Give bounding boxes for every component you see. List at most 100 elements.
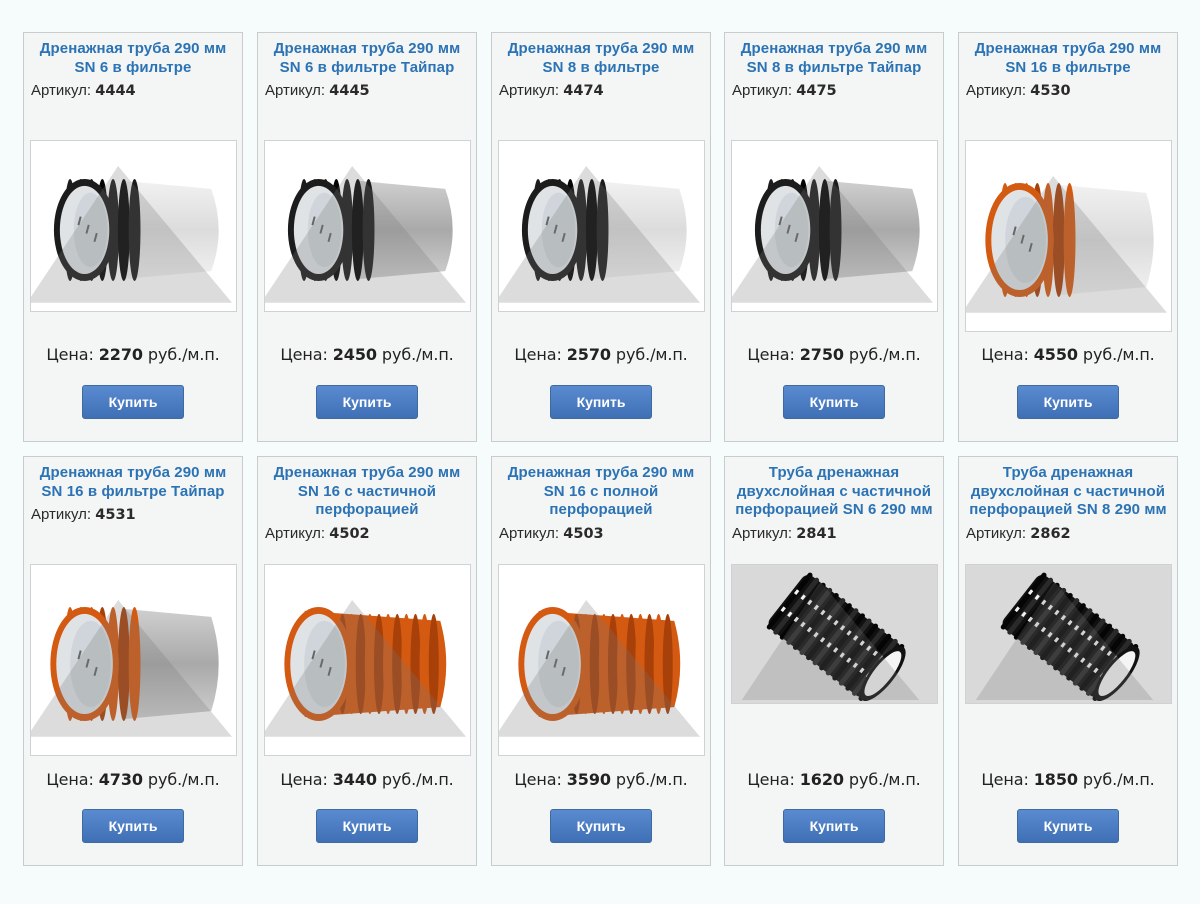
price-value: 2570 <box>566 345 611 364</box>
product-price: Цена: 1850 руб./м.п. <box>959 770 1177 789</box>
price-label: Цена: <box>981 770 1029 789</box>
price-value: 4550 <box>1033 345 1078 364</box>
buy-button[interactable]: Купить <box>82 809 184 843</box>
product-card: Труба дренажная двухслойная с частичной … <box>724 456 944 866</box>
product-title-link[interactable]: Дренажная труба 290 мм SN 16 в фильтре Т… <box>30 464 236 501</box>
buy-button[interactable]: Купить <box>550 809 652 843</box>
product-price: Цена: 4550 руб./м.п. <box>959 345 1177 364</box>
product-card: Труба дренажная двухслойная с частичной … <box>958 456 1178 866</box>
buy-button[interactable]: Купить <box>783 385 885 419</box>
product-image[interactable] <box>30 564 237 756</box>
product-title-link[interactable]: Труба дренажная двухслойная с частичной … <box>965 464 1171 520</box>
product-title-link[interactable]: Дренажная труба 290 мм SN 16 с частичной… <box>264 464 470 520</box>
product-title-link[interactable]: Дренажная труба 290 мм SN 8 в фильтре <box>498 40 704 77</box>
price-label: Цена: <box>981 345 1029 364</box>
sku-value: 4444 <box>95 83 136 99</box>
price-label: Цена: <box>747 345 795 364</box>
price-label: Цена: <box>747 770 795 789</box>
price-value: 2450 <box>332 345 377 364</box>
product-card: Дренажная труба 290 мм SN 6 в фильтре Ар… <box>23 32 243 442</box>
product-card: Дренажная труба 290 мм SN 16 в фильтре Т… <box>23 456 243 866</box>
price-value: 2270 <box>98 345 143 364</box>
product-title-link[interactable]: Дренажная труба 290 мм SN 6 в фильтре Та… <box>264 40 470 77</box>
buy-button[interactable]: Купить <box>82 385 184 419</box>
product-price: Цена: 1620 руб./м.п. <box>725 770 943 789</box>
price-value: 3590 <box>566 770 611 789</box>
watermark-icon <box>966 176 1167 313</box>
price-unit: руб./м.п. <box>147 770 220 789</box>
watermark-icon <box>265 166 466 303</box>
product-price: Цена: 2270 руб./м.п. <box>24 345 242 364</box>
product-title-link[interactable]: Труба дренажная двухслойная с частичной … <box>731 464 937 520</box>
product-title-link[interactable]: Дренажная труба 290 мм SN 6 в фильтре <box>30 40 236 77</box>
product-image[interactable] <box>264 564 471 756</box>
product-card: Дренажная труба 290 мм SN 16 в фильтре А… <box>958 32 1178 442</box>
product-sku: Артикул: 4531 <box>31 506 136 523</box>
sku-label: Артикул: <box>966 525 1027 542</box>
product-image[interactable] <box>30 140 237 312</box>
product-sku: Артикул: 4503 <box>499 525 604 542</box>
price-value: 1850 <box>1033 770 1078 789</box>
sku-label: Артикул: <box>31 506 92 523</box>
product-card: Дренажная труба 290 мм SN 6 в фильтре Та… <box>257 32 477 442</box>
watermark-icon <box>499 600 700 737</box>
product-sku: Артикул: 4502 <box>265 525 370 542</box>
product-price: Цена: 4730 руб./м.п. <box>24 770 242 789</box>
product-title-link[interactable]: Дренажная труба 290 мм SN 8 в фильтре Та… <box>731 40 937 77</box>
product-sku: Артикул: 4474 <box>499 82 604 99</box>
product-sku: Артикул: 2841 <box>732 525 837 542</box>
price-label: Цена: <box>280 770 328 789</box>
price-label: Цена: <box>280 345 328 364</box>
sku-value: 4531 <box>95 507 136 523</box>
watermark-icon <box>31 166 232 303</box>
watermark-icon <box>499 166 700 303</box>
sku-value: 4475 <box>796 83 837 99</box>
buy-button[interactable]: Купить <box>550 385 652 419</box>
product-sku: Артикул: 4475 <box>732 82 837 99</box>
sku-label: Артикул: <box>732 82 793 99</box>
buy-button[interactable]: Купить <box>316 385 418 419</box>
buy-button[interactable]: Купить <box>1017 809 1119 843</box>
price-label: Цена: <box>46 770 94 789</box>
buy-button[interactable]: Купить <box>783 809 885 843</box>
buy-button[interactable]: Купить <box>1017 385 1119 419</box>
buy-button[interactable]: Купить <box>316 809 418 843</box>
product-card: Дренажная труба 290 мм SN 16 с полной пе… <box>491 456 711 866</box>
price-value: 1620 <box>799 770 844 789</box>
product-image[interactable] <box>731 564 938 704</box>
sku-label: Артикул: <box>499 82 560 99</box>
price-label: Цена: <box>46 345 94 364</box>
sku-label: Артикул: <box>31 82 92 99</box>
product-sku: Артикул: 4444 <box>31 82 136 99</box>
price-unit: руб./м.п. <box>848 345 921 364</box>
product-image[interactable] <box>731 140 938 312</box>
product-image[interactable] <box>965 140 1172 332</box>
product-price: Цена: 3440 руб./м.п. <box>258 770 476 789</box>
product-image[interactable] <box>498 140 705 312</box>
sku-label: Артикул: <box>265 525 326 542</box>
product-image[interactable] <box>264 140 471 312</box>
sku-value: 4445 <box>329 83 370 99</box>
watermark-icon <box>31 600 232 737</box>
price-unit: руб./м.п. <box>147 345 220 364</box>
watermark-icon <box>265 600 466 737</box>
product-card: Дренажная труба 290 мм SN 8 в фильтре Ар… <box>491 32 711 442</box>
product-image[interactable] <box>965 564 1172 704</box>
price-unit: руб./м.п. <box>381 345 454 364</box>
sku-value: 4474 <box>563 83 604 99</box>
sku-value: 4502 <box>329 526 370 542</box>
product-title-link[interactable]: Дренажная труба 290 мм SN 16 с полной пе… <box>498 464 704 520</box>
sku-label: Артикул: <box>265 82 326 99</box>
price-unit: руб./м.п. <box>615 770 688 789</box>
sku-value: 2841 <box>796 526 837 542</box>
product-title-link[interactable]: Дренажная труба 290 мм SN 16 в фильтре <box>965 40 1171 77</box>
product-card: Дренажная труба 290 мм SN 16 с частичной… <box>257 456 477 866</box>
price-value: 3440 <box>332 770 377 789</box>
price-label: Цена: <box>514 770 562 789</box>
product-image[interactable] <box>498 564 705 756</box>
product-grid: Дренажная труба 290 мм SN 6 в фильтре Ар… <box>0 0 1200 904</box>
sku-label: Артикул: <box>966 82 1027 99</box>
product-sku: Артикул: 4530 <box>966 82 1071 99</box>
watermark-icon <box>741 581 920 700</box>
sku-value: 2862 <box>1030 526 1071 542</box>
